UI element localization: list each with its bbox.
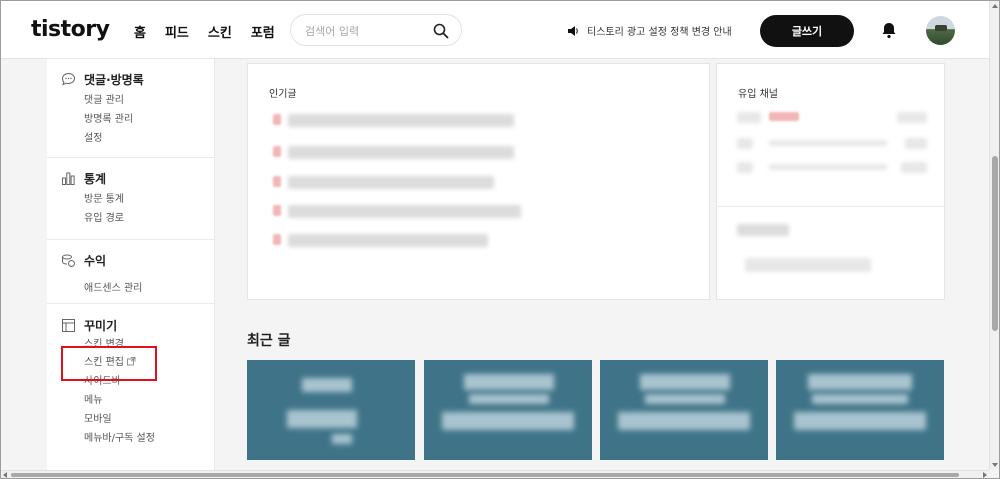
inflow-source (769, 112, 799, 121)
admin-sidebar: 댓글·방명록 댓글 관리 방명록 관리 설정 통계 방문 통계 유입 경로 수익… (47, 59, 215, 472)
horizontal-scrollbar[interactable] (1, 470, 989, 478)
search-input[interactable] (305, 22, 425, 40)
sidebar-section-stats: 통계 방문 통계 유입 경로 (47, 158, 214, 240)
inflow-count (901, 162, 927, 173)
vertical-scrollbar[interactable] (989, 1, 999, 470)
inflow-channel-panel: 유입 채널 (716, 63, 945, 300)
popular-post-item[interactable] (288, 234, 488, 247)
inflow-summary-label (737, 224, 789, 236)
search-box (290, 14, 462, 46)
scroll-left-arrow-icon[interactable] (3, 472, 7, 478)
recent-post-thumbnail[interactable] (776, 360, 944, 460)
inflow-summary-value (745, 258, 871, 272)
scroll-down-arrow-icon[interactable] (992, 463, 998, 467)
bell-icon[interactable] (880, 21, 898, 39)
inflow-rank (737, 112, 761, 123)
scroll-right-arrow-icon[interactable] (983, 472, 987, 478)
popular-post-item[interactable] (288, 205, 521, 218)
tistory-logo[interactable]: tistory (31, 17, 110, 42)
inflow-count (905, 138, 927, 149)
recent-post-thumbnail[interactable] (600, 360, 768, 460)
inflow-count (897, 112, 927, 123)
nav-forum[interactable]: 포럼 (251, 22, 275, 41)
rank-marker (273, 205, 281, 216)
sidebar-section-comments: 댓글·방명록 댓글 관리 방명록 관리 설정 (47, 59, 214, 158)
notice-link[interactable]: 티스토리 광고 설정 정책 변경 안내 (567, 23, 732, 38)
vertical-scroll-thumb[interactable] (992, 156, 998, 331)
sidebar-item-mobile[interactable]: 모바일 (61, 410, 214, 429)
nav-home[interactable]: 홈 (134, 22, 146, 41)
search-icon[interactable] (433, 23, 449, 39)
nav-skin[interactable]: 스킨 (208, 22, 232, 41)
skin-edit-label: 스킨 편집 (84, 357, 124, 368)
recent-posts-title: 최근 글 (247, 333, 291, 349)
rank-marker (273, 234, 281, 245)
sidebar-item-sidebar[interactable]: 사이드바 (61, 372, 214, 391)
write-button[interactable]: 글쓰기 (760, 15, 854, 47)
nav-feed[interactable]: 피드 (165, 22, 189, 41)
bar-chart-icon (62, 172, 75, 185)
speech-bubble-icon (61, 72, 76, 86)
sidebar-section-customize: 꾸미기 스킨 변경 스킨 편집 사이드바 메뉴 모바일 메뉴바/구독 설정 (47, 304, 214, 472)
sidebar-section-title: 통계 (84, 171, 107, 186)
layout-icon (62, 318, 75, 332)
recent-post-thumbnail[interactable] (424, 360, 592, 460)
sidebar-section-title: 꾸미기 (84, 318, 118, 333)
popular-posts-panel: 인기글 (247, 63, 710, 300)
speaker-icon (568, 25, 578, 36)
popular-post-item[interactable] (288, 176, 494, 189)
sidebar-item-comment-settings[interactable]: 설정 (61, 129, 214, 148)
notice-text: 티스토리 광고 설정 정책 변경 안내 (587, 27, 732, 38)
sidebar-section-title: 댓글·방명록 (84, 72, 144, 87)
inflow-rank (737, 138, 753, 149)
rank-marker (273, 176, 281, 187)
coins-icon (62, 254, 75, 267)
sidebar-item-menu[interactable]: 메뉴 (61, 391, 214, 410)
sidebar-item-visit-stats[interactable]: 방문 통계 (61, 190, 214, 209)
recent-post-thumbnail[interactable] (247, 360, 415, 460)
rank-marker (273, 146, 281, 157)
sidebar-item-inflow-path[interactable]: 유입 경로 (61, 209, 214, 228)
sidebar-item-menubar-subscribe[interactable]: 메뉴바/구독 설정 (61, 429, 214, 448)
horizontal-scroll-thumb[interactable] (11, 473, 959, 477)
sidebar-item-adsense[interactable]: 애드센스 관리 (61, 279, 214, 298)
scroll-up-arrow-icon[interactable] (992, 4, 998, 8)
sidebar-section-title: 수익 (84, 253, 107, 268)
inflow-channel-title: 유입 채널 (738, 89, 778, 100)
sidebar-item-comment-manage[interactable]: 댓글 관리 (61, 91, 214, 110)
sidebar-section-revenue: 수익 애드센스 관리 (47, 240, 214, 304)
divider (717, 206, 944, 207)
popular-post-item[interactable] (288, 146, 514, 159)
main-nav: 홈 피드 스킨 포럼 (134, 22, 275, 41)
rank-marker (273, 114, 281, 125)
external-link-icon (127, 357, 136, 366)
inflow-source (769, 164, 887, 170)
sidebar-item-skin-edit[interactable]: 스킨 편집 (61, 353, 214, 372)
inflow-rank (737, 162, 753, 173)
top-header: tistory 홈 피드 스킨 포럼 티스토리 광고 설정 정책 변경 안내 글… (1, 1, 989, 59)
popular-posts-title: 인기글 (269, 89, 297, 100)
sidebar-item-guestbook-manage[interactable]: 방명록 관리 (61, 110, 214, 129)
popular-post-item[interactable] (288, 114, 514, 127)
avatar[interactable] (926, 16, 955, 45)
inflow-source (769, 140, 887, 146)
sidebar-item-skin-change[interactable]: 스킨 변경 (61, 337, 214, 353)
